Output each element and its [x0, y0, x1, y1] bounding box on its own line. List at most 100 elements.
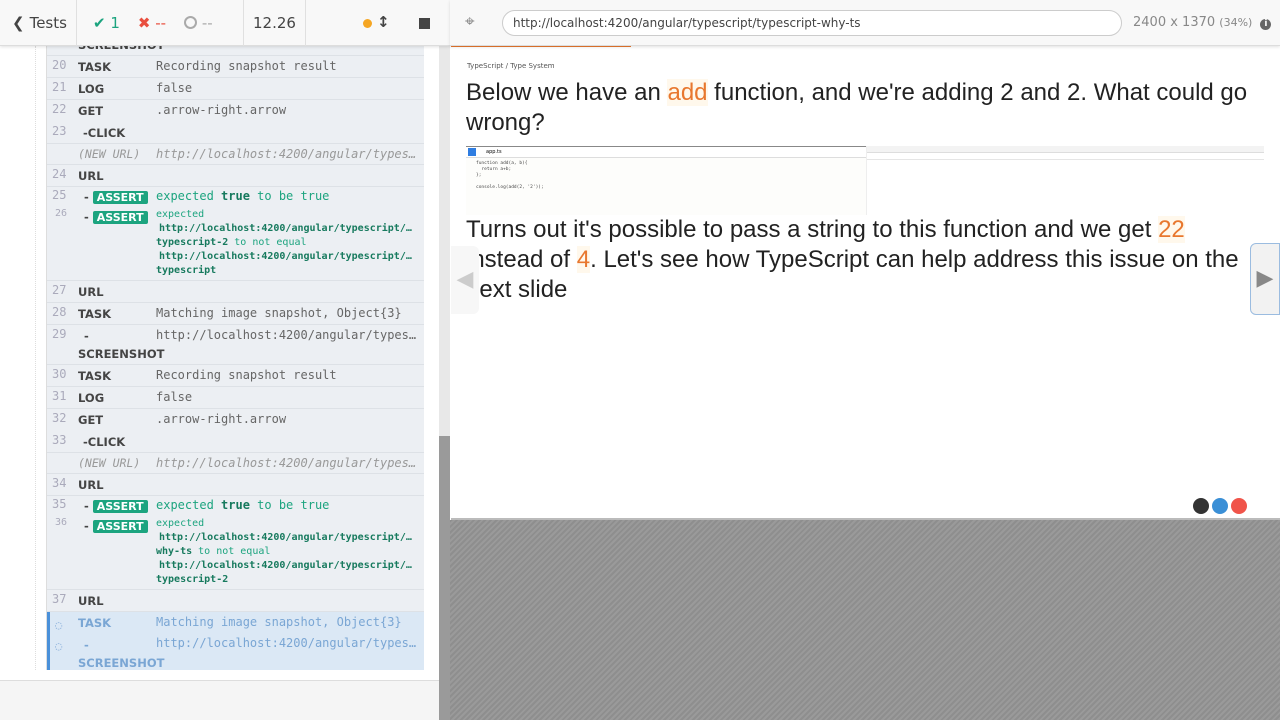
command-name: GET — [78, 413, 104, 427]
command-name: SCREENSHOT — [78, 656, 165, 670]
next-slide-button[interactable]: ▶ — [1250, 243, 1280, 315]
assert-badge: ASSERT — [92, 191, 148, 204]
ts-file-icon — [468, 148, 476, 156]
line-number: 37 — [52, 592, 67, 606]
line-number: 23 — [52, 124, 67, 138]
line-number: 29 — [52, 327, 67, 341]
assert-text: to be true — [249, 498, 330, 512]
info-icon[interactable]: i — [1260, 19, 1272, 30]
assert-value: typescript — [156, 265, 217, 276]
home-icon[interactable] — [1231, 498, 1247, 514]
x-icon: ✖ — [137, 13, 151, 32]
highlight-add: add — [667, 79, 708, 106]
line-number: 34 — [52, 476, 67, 490]
assert-value: why-ts — [156, 546, 193, 557]
assert-value: http://localhost:4200/angular/typescript… — [159, 223, 412, 234]
command-row[interactable]: 25 - ASSERT expected true to be true — [47, 187, 424, 207]
line-number: 25 — [52, 188, 67, 202]
line-number: 24 — [52, 167, 67, 181]
slide-text-1: Below we have an add function, and we're… — [466, 79, 1248, 136]
command-name: LOG — [78, 391, 105, 405]
command-log: SCREENSHOT 20 TASK Recording snapshot resul… — [46, 36, 424, 670]
command-name: - — [84, 329, 89, 343]
command-message: Recording snapshot result — [156, 368, 337, 382]
viewport-size: 2400 x 1370 — [1133, 15, 1216, 30]
selector-playground-icon[interactable]: ⌖ — [465, 12, 475, 32]
line-number: 32 — [52, 411, 67, 425]
command-name: URL — [78, 285, 104, 299]
slides-icon[interactable] — [1212, 498, 1228, 514]
scrollbar-thumb[interactable] — [439, 436, 450, 720]
progress-bar — [451, 46, 631, 47]
autoscroll-toggle-icon[interactable]: ↕ — [377, 13, 390, 31]
command-row[interactable]: 20 TASK Recording snapshot result — [47, 56, 424, 78]
command-name: URL — [78, 169, 104, 183]
command-name: URL — [78, 594, 104, 608]
spinner-icon: ◌ — [55, 618, 63, 632]
command-name: SCREENSHOT — [78, 347, 165, 361]
command-name: LOG — [78, 82, 105, 96]
code-editor[interactable]: function add(a, b){ return a+b; }; conso… — [466, 158, 866, 194]
assert-message: expected true to be true — [156, 498, 418, 512]
editor-tab[interactable]: app.ts — [466, 146, 866, 158]
command-row[interactable]: 35 - ASSERT expected true to be true — [47, 496, 424, 516]
pending-count: -- — [201, 13, 213, 32]
check-icon: ✔ — [93, 13, 106, 32]
command-row[interactable]: 31 LOG false — [47, 387, 424, 409]
assert-line: why-ts to not equal — [156, 545, 418, 559]
new-url: http://localhost:4200/angular/typescript… — [156, 456, 418, 470]
command-row[interactable]: 34 URL — [47, 474, 424, 496]
assert-text: to be true — [249, 189, 330, 203]
command-message: .arrow-right.arrow — [156, 412, 287, 426]
spinner-icon: ◌ — [55, 639, 63, 653]
line-number: 31 — [52, 389, 67, 403]
circle-icon — [184, 15, 198, 29]
stop-button[interactable] — [419, 17, 430, 29]
command-row[interactable]: 28 TASK Matching image snapshot, Object{3} — [47, 303, 424, 325]
url-field[interactable]: http://localhost:4200/angular/typescript… — [502, 10, 1122, 36]
command-name: - ASSERT — [84, 210, 148, 224]
assert-text: expected — [156, 189, 222, 203]
line-number: 26 — [55, 208, 68, 219]
command-row[interactable]: 36 - ASSERT expected http://localhost:4200/… — [47, 516, 424, 590]
command-row: (NEW URL) http://localhost:4200/angular/t… — [47, 144, 424, 165]
command-row[interactable]: 22 GET .arrow-right.arrow 23 -CLICK — [47, 100, 424, 144]
running-dot-icon — [363, 18, 372, 28]
assert-line: typescript-2 to not equal — [156, 236, 418, 250]
divider — [35, 46, 36, 670]
assert-value: true — [221, 498, 250, 512]
command-row: (NEW URL) http://localhost:4200/angular/t… — [47, 453, 424, 474]
github-icon[interactable] — [1193, 498, 1209, 514]
assert-message: expected http://localhost:4200/angular/ty… — [156, 208, 418, 278]
breadcrumb: TypeScript / Type System — [467, 62, 555, 70]
command-name: -CLICK — [83, 435, 126, 449]
highlight-22: 22 — [1158, 216, 1185, 243]
command-row[interactable]: 30 TASK Recording snapshot result — [47, 365, 424, 387]
command-name: - ASSERT — [84, 499, 148, 513]
command-row[interactable]: 37 URL — [47, 590, 424, 612]
command-row[interactable]: 26 - ASSERT expected http://localhost:4200/… — [47, 207, 424, 281]
pending-stat: -- — [184, 14, 213, 32]
command-row[interactable]: 24 URL — [47, 165, 424, 187]
command-row[interactable]: 29 - SCREENSHOT http://localhost:4200/angul… — [47, 325, 424, 365]
assert-message: expected http://localhost:4200/angular/ty… — [156, 517, 418, 587]
tests-back-button[interactable]: ❮ Tests — [0, 0, 77, 46]
panel-footer — [0, 680, 439, 720]
prev-slide-button[interactable]: ◀ — [451, 246, 479, 314]
command-row[interactable]: 27 URL — [47, 281, 424, 303]
app-preview: TypeScript / Type System Below we have a… — [451, 46, 1280, 520]
console-pane — [866, 146, 1264, 215]
command-message: .arrow-right.arrow — [156, 103, 287, 117]
assert-text: expected — [156, 498, 222, 512]
command-row[interactable]: 32 GET .arrow-right.arrow 33 -CLICK — [47, 409, 424, 453]
command-name: TASK — [78, 60, 112, 74]
command-row-pending[interactable]: ◌ ◌ TASK Matching image snapshot, Object{3}… — [47, 612, 424, 670]
assert-text: expected — [156, 518, 205, 529]
assert-value: typescript-2 — [156, 574, 229, 585]
reporter-header: ❮ Tests ✔ 1 ✖ -- -- 12.26 ↕ — [0, 0, 450, 46]
command-name: GET — [78, 104, 104, 118]
new-url-label: (NEW URL) — [78, 147, 141, 161]
command-name: - ASSERT — [84, 519, 148, 533]
new-url: http://localhost:4200/angular/typescript… — [156, 147, 418, 161]
command-row[interactable]: 21 LOG false — [47, 78, 424, 100]
